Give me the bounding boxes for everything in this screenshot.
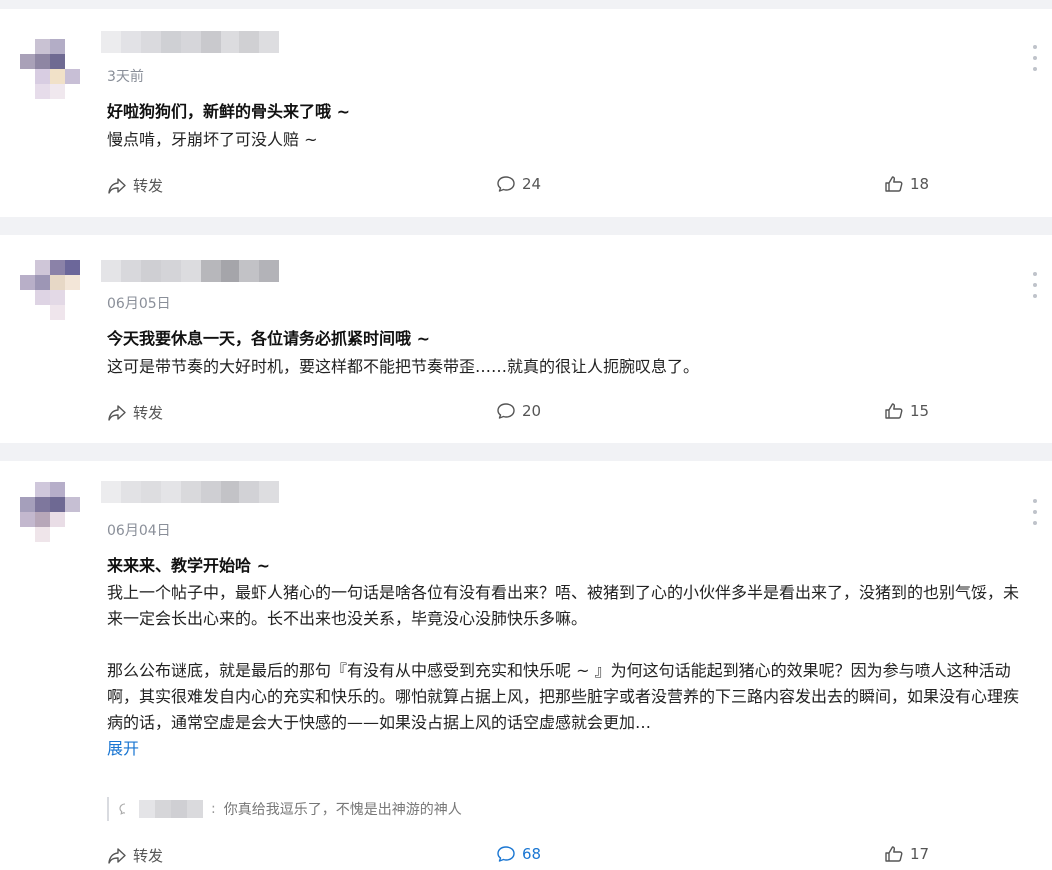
post-time: 06月05日 <box>107 296 171 312</box>
post-title: 今天我要休息一天，各位请务必抓紧时间哦 ~ <box>107 329 430 348</box>
like-button[interactable]: 18 <box>884 175 929 193</box>
like-button[interactable]: 15 <box>884 402 929 420</box>
post-card: 06月04日 来来来、教学开始哈 ~ 我上一个帖子中，最虾人猪心的一句话是啥各位… <box>0 461 1052 870</box>
comment-count: 20 <box>522 402 542 420</box>
post-body: 我上一个帖子中，最虾人猪心的一句话是啥各位有没有看出来？唔、被猪到了心的小伙伴多… <box>107 580 1027 762</box>
like-count: 15 <box>910 402 930 420</box>
share-label: 转发 <box>133 404 164 422</box>
post-body: 慢点啃，牙崩坏了可没人赔 ~ <box>107 127 1027 153</box>
like-count: 17 <box>910 845 930 863</box>
post-card: 3天前 好啦狗狗们，新鲜的骨头来了哦 ~ 慢点啃，牙崩坏了可没人赔 ~ 转发 2… <box>0 9 1052 217</box>
reply-text: 你真给我逗乐了，不愧是出神游的神人 <box>223 802 462 818</box>
post-title: 来来来、教学开始哈 ~ <box>107 556 270 575</box>
share-button[interactable]: 转发 <box>107 845 163 866</box>
share-arrow-icon <box>108 177 126 194</box>
expand-link[interactable]: 展开 <box>107 739 139 758</box>
share-button[interactable]: 转发 <box>107 402 163 423</box>
post-time: 06月04日 <box>107 523 171 539</box>
comment-button[interactable]: 24 <box>496 175 541 193</box>
username-blurred[interactable] <box>101 260 279 282</box>
comment-count: 68 <box>522 845 542 863</box>
post-body: 这可是带节奏的大好时机，要这样都不能把节奏带歪……就真的很让人扼腕叹息了。 <box>107 354 1027 380</box>
username-blurred[interactable] <box>101 481 279 503</box>
share-label: 转发 <box>133 847 164 865</box>
post-time: 3天前 <box>107 69 144 85</box>
share-arrow-icon <box>108 404 126 421</box>
avatar[interactable] <box>20 482 80 542</box>
more-vertical-icon[interactable] <box>1032 272 1038 298</box>
comment-button[interactable]: 20 <box>496 402 541 420</box>
thumbs-up-icon <box>885 403 903 419</box>
avatar[interactable] <box>20 260 80 320</box>
reply-preview[interactable]: : 你真给我逗乐了，不愧是出神游的神人 <box>107 797 462 821</box>
post-paragraph: 我上一个帖子中，最虾人猪心的一句话是啥各位有没有看出来？唔、被猪到了心的小伙伴多… <box>107 583 1020 628</box>
username-blurred[interactable] <box>101 31 279 53</box>
share-arrow-icon <box>108 847 126 864</box>
post-card: 06月05日 今天我要休息一天，各位请务必抓紧时间哦 ~ 这可是带节奏的大好时机… <box>0 235 1052 443</box>
avatar[interactable] <box>20 39 80 99</box>
more-vertical-icon[interactable] <box>1032 499 1038 525</box>
reply-username-blurred <box>139 800 203 818</box>
share-button[interactable]: 转发 <box>107 175 163 196</box>
post-paragraph: 这可是带节奏的大好时机，要这样都不能把节奏带歪……就真的很让人扼腕叹息了。 <box>107 357 700 376</box>
post-paragraph: 慢点啃，牙崩坏了可没人赔 ~ <box>107 130 318 149</box>
post-paragraph: 那么公布谜底，就是最后的那句『有没有从中感受到充实和快乐呢 ~ 』为何这句话能起… <box>107 661 1020 732</box>
post-title: 好啦狗狗们，新鲜的骨头来了哦 ~ <box>107 102 350 121</box>
comment-bubble-icon <box>497 176 515 192</box>
comment-bubble-icon <box>497 403 515 419</box>
thumbs-up-icon <box>885 176 903 192</box>
reply-bubble-icon <box>119 803 126 815</box>
comment-button[interactable]: 68 <box>496 845 541 863</box>
more-vertical-icon[interactable] <box>1032 45 1038 71</box>
like-button[interactable]: 17 <box>884 845 929 863</box>
comment-count: 24 <box>522 175 542 193</box>
thumbs-up-icon <box>885 846 903 862</box>
like-count: 18 <box>910 175 930 193</box>
comment-bubble-icon <box>497 846 515 862</box>
share-label: 转发 <box>133 177 164 195</box>
